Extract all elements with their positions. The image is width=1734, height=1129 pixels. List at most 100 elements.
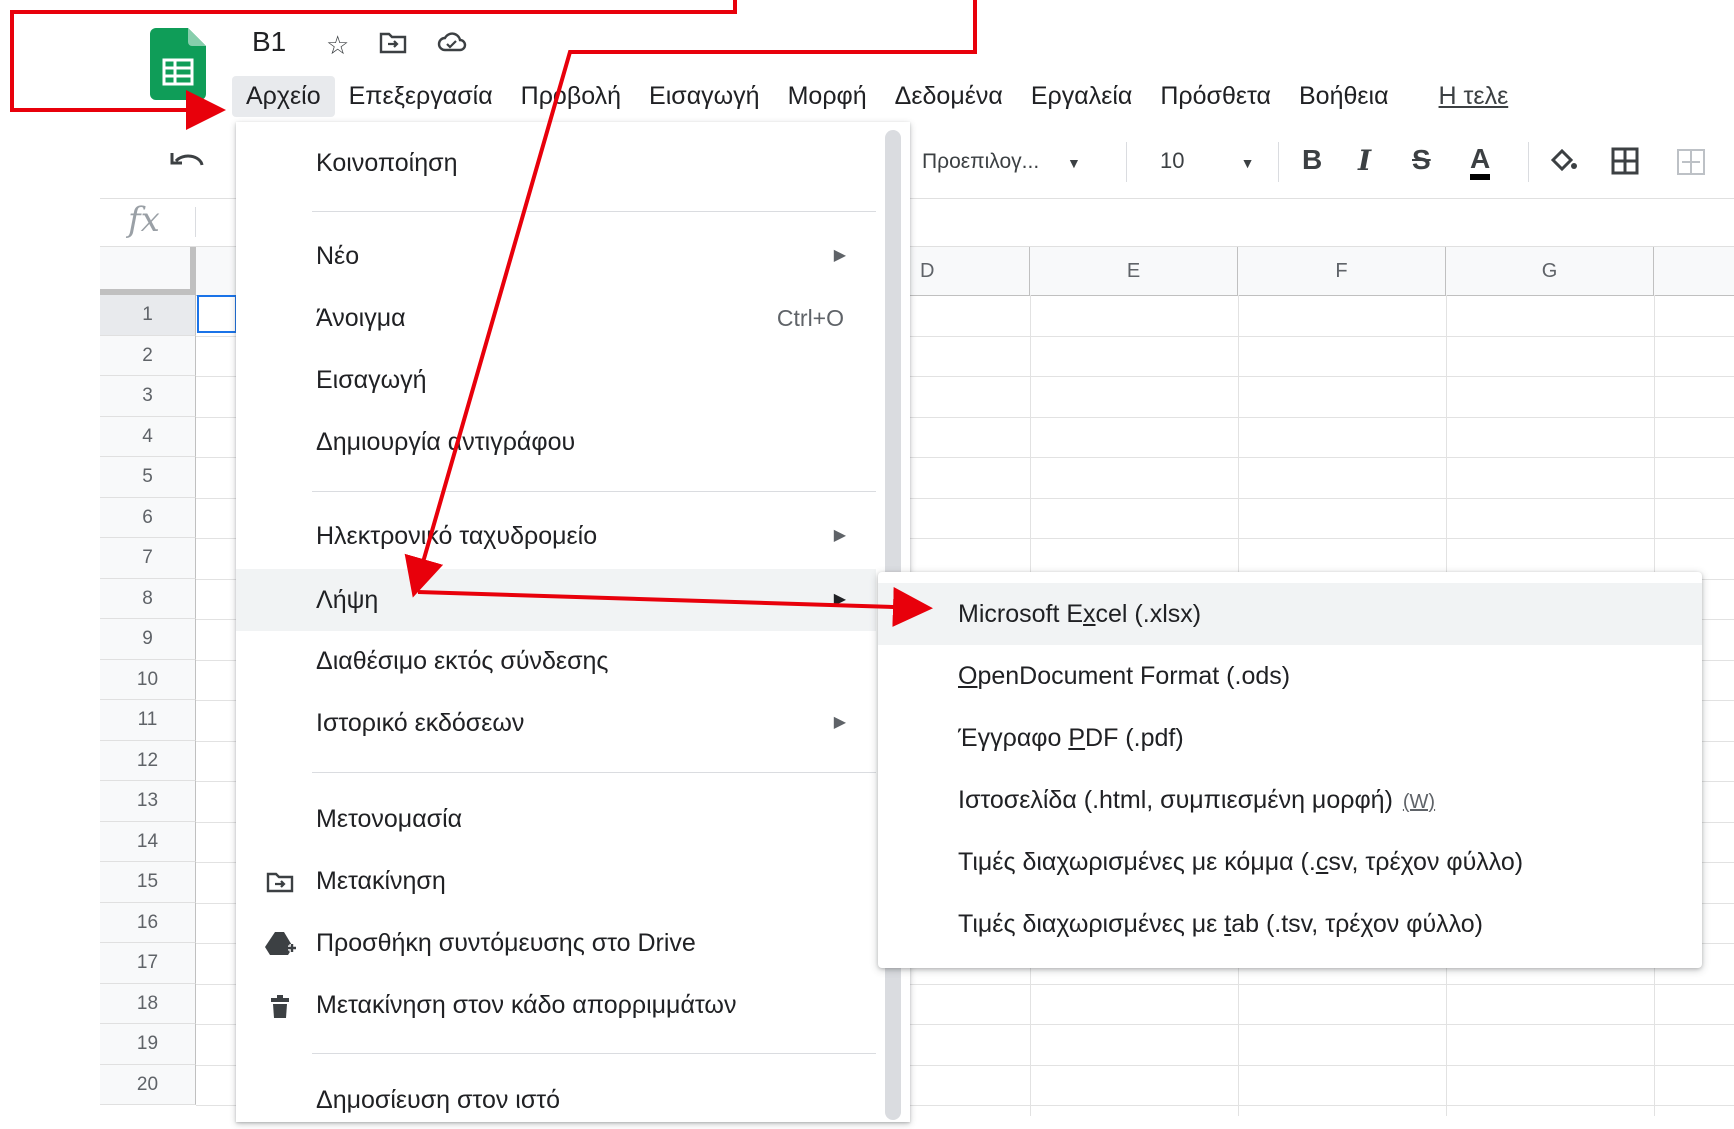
row-header[interactable]: 7 — [100, 538, 196, 579]
menubar: Αρχείο Επεξεργασία Προβολή Εισαγωγή Μορφ… — [232, 74, 1522, 118]
menu-item-offline[interactable]: Διαθέσιμο εκτός σύνδεσης — [236, 632, 876, 690]
row-header[interactable]: 20 — [100, 1064, 196, 1105]
row-header[interactable]: 5 — [100, 457, 196, 498]
download-option-label: Τιμές διαχωρισμένες με tab (.tsv, τρέχον… — [958, 910, 1483, 938]
menu-item-label: Διαθέσιμο εκτός σύνδεσης — [316, 647, 609, 675]
menu-edit[interactable]: Επεξεργασία — [335, 76, 507, 117]
download-option-label: Έγγραφο PDF (.pdf) — [958, 724, 1184, 752]
menu-divider — [312, 491, 876, 492]
menu-divider — [312, 1053, 876, 1054]
column-header-e[interactable]: E — [1030, 247, 1238, 295]
row-header[interactable]: 2 — [100, 335, 196, 376]
row-header[interactable]: 12 — [100, 740, 196, 781]
menu-item-import[interactable]: Εισαγωγή — [236, 351, 876, 409]
toolbar-divider — [1278, 142, 1279, 182]
last-edit-link[interactable]: Η τελε — [1425, 76, 1523, 117]
menu-item-label: Εισαγωγή — [316, 366, 427, 394]
menu-help[interactable]: Βοήθεια — [1285, 76, 1403, 117]
text-color-button[interactable]: A — [1470, 144, 1491, 180]
menu-item-move[interactable]: Μετακίνηση — [236, 852, 876, 910]
toolbar-divider — [1126, 142, 1127, 182]
menu-item-label: Νέο — [316, 242, 360, 270]
menu-item-drive-shortcut[interactable]: Προσθήκη συντόμευσης στο Drive — [236, 914, 876, 972]
menu-item-label: Κοινοποίηση — [316, 149, 458, 177]
menu-item-new[interactable]: Νέο ▶ — [236, 227, 876, 285]
select-all-corner[interactable] — [100, 247, 196, 295]
bold-button[interactable]: B — [1302, 144, 1322, 176]
column-header-g[interactable]: G — [1446, 247, 1654, 295]
cloud-status-icon[interactable] — [437, 30, 467, 61]
menu-tools[interactable]: Εργαλεία — [1017, 76, 1147, 117]
download-pdf[interactable]: Έγγραφο PDF (.pdf) — [878, 707, 1702, 769]
chevron-down-icon: ▼ — [1240, 155, 1255, 171]
merge-cells-icon[interactable] — [1676, 148, 1706, 181]
column-header-d[interactable]: D — [908, 247, 1030, 295]
formula-divider — [195, 207, 196, 237]
menu-insert[interactable]: Εισαγωγή — [635, 76, 774, 117]
row-header[interactable]: 16 — [100, 902, 196, 943]
download-option-label: Τιμές διαχωρισμένες με κόμμα (.csv, τρέχ… — [958, 848, 1524, 876]
row-header[interactable]: 11 — [100, 700, 196, 741]
row-header[interactable]: 3 — [100, 376, 196, 417]
menu-divider — [312, 772, 876, 773]
menu-item-version-history[interactable]: Ιστορικό εκδόσεων ▶ — [236, 694, 876, 752]
font-family-select[interactable]: Προεπιλογ... ▼ — [922, 150, 1081, 174]
download-ods[interactable]: OpenDocument Format (.ods) — [878, 645, 1702, 707]
download-xlsx[interactable]: Microsoft Excel (.xlsx) — [878, 583, 1702, 645]
row-header[interactable]: 17 — [100, 943, 196, 984]
menu-format[interactable]: Μορφή — [774, 76, 881, 117]
menu-item-label: Δημοσίευση στον ιστό — [316, 1086, 561, 1114]
formula-fx-icon: fx — [128, 200, 160, 240]
menu-item-label: Δημιουργία αντιγράφου — [316, 428, 576, 456]
menu-item-label: Ιστορικό εκδόσεων — [316, 709, 525, 737]
menu-item-make-copy[interactable]: Δημιουργία αντιγράφου — [236, 413, 876, 471]
row-header[interactable]: 9 — [100, 619, 196, 660]
menu-item-trash[interactable]: Μετακίνηση στον κάδο απορριμμάτων — [236, 976, 876, 1034]
fill-color-icon[interactable] — [1548, 146, 1578, 181]
row-header[interactable]: 15 — [100, 862, 196, 903]
column-header-f[interactable]: F — [1238, 247, 1446, 295]
undo-icon[interactable] — [170, 145, 204, 179]
menu-addons[interactable]: Πρόσθετα — [1146, 76, 1285, 117]
row-header[interactable]: 13 — [100, 781, 196, 822]
borders-icon[interactable] — [1610, 146, 1640, 181]
row-header[interactable]: 6 — [100, 497, 196, 538]
row-header[interactable]: 1 — [100, 295, 196, 336]
download-html[interactable]: Ιστοσελίδα (.html, συμπιεσμένη μορφή) (W) — [878, 769, 1702, 831]
download-csv[interactable]: Τιμές διαχωρισμένες με κόμμα (.csv, τρέχ… — [878, 831, 1702, 893]
row-header[interactable]: 14 — [100, 821, 196, 862]
selected-cell-a1[interactable] — [197, 295, 237, 333]
sheets-logo-icon[interactable] — [150, 28, 206, 100]
menu-item-label: Μετακίνηση — [316, 867, 446, 895]
download-option-label: OpenDocument Format (.ods) — [958, 662, 1291, 690]
row-header[interactable]: 19 — [100, 1024, 196, 1065]
strikethrough-button[interactable]: S — [1412, 144, 1431, 176]
submenu-arrow-icon: ▶ — [833, 714, 846, 731]
download-tsv[interactable]: Τιμές διαχωρισμένες με tab (.tsv, τρέχον… — [878, 893, 1702, 955]
menu-item-label: Προσθήκη συντόμευσης στο Drive — [316, 929, 696, 957]
menu-item-open[interactable]: Άνοιγμα Ctrl+O — [236, 289, 876, 347]
chevron-down-icon: ▼ — [1067, 155, 1081, 171]
italic-button[interactable]: I — [1358, 144, 1371, 177]
document-title[interactable]: B1 — [252, 26, 286, 58]
menu-item-email[interactable]: Ηλεκτρονικό ταχυδρομείο ▶ — [236, 507, 876, 565]
move-folder-icon[interactable] — [379, 30, 407, 61]
font-size-select[interactable]: 10 ▼ — [1160, 148, 1254, 174]
menu-item-publish[interactable]: Δημοσίευση στον ιστό — [236, 1071, 876, 1129]
menu-item-label: Λήψη — [316, 586, 379, 614]
row-header[interactable]: 8 — [100, 578, 196, 619]
row-header[interactable]: 18 — [100, 983, 196, 1024]
shortcut-label: Ctrl+O — [776, 305, 844, 331]
row-header[interactable]: 4 — [100, 416, 196, 457]
star-icon[interactable]: ☆ — [326, 30, 349, 61]
menu-item-rename[interactable]: Μετονομασία — [236, 790, 876, 848]
menu-view[interactable]: Προβολή — [507, 76, 635, 117]
menu-file[interactable]: Αρχείο — [232, 75, 335, 117]
trash-icon — [262, 976, 298, 1055]
menu-data[interactable]: Δεδομένα — [881, 76, 1017, 117]
submenu-arrow-icon: ▶ — [833, 591, 846, 608]
menu-item-download[interactable]: Λήψη ▶ — [236, 569, 876, 631]
menu-item-label: Μετακίνηση στον κάδο απορριμμάτων — [316, 991, 737, 1019]
menu-item-share[interactable]: Κοινοποίηση — [236, 134, 876, 192]
row-header[interactable]: 10 — [100, 659, 196, 700]
